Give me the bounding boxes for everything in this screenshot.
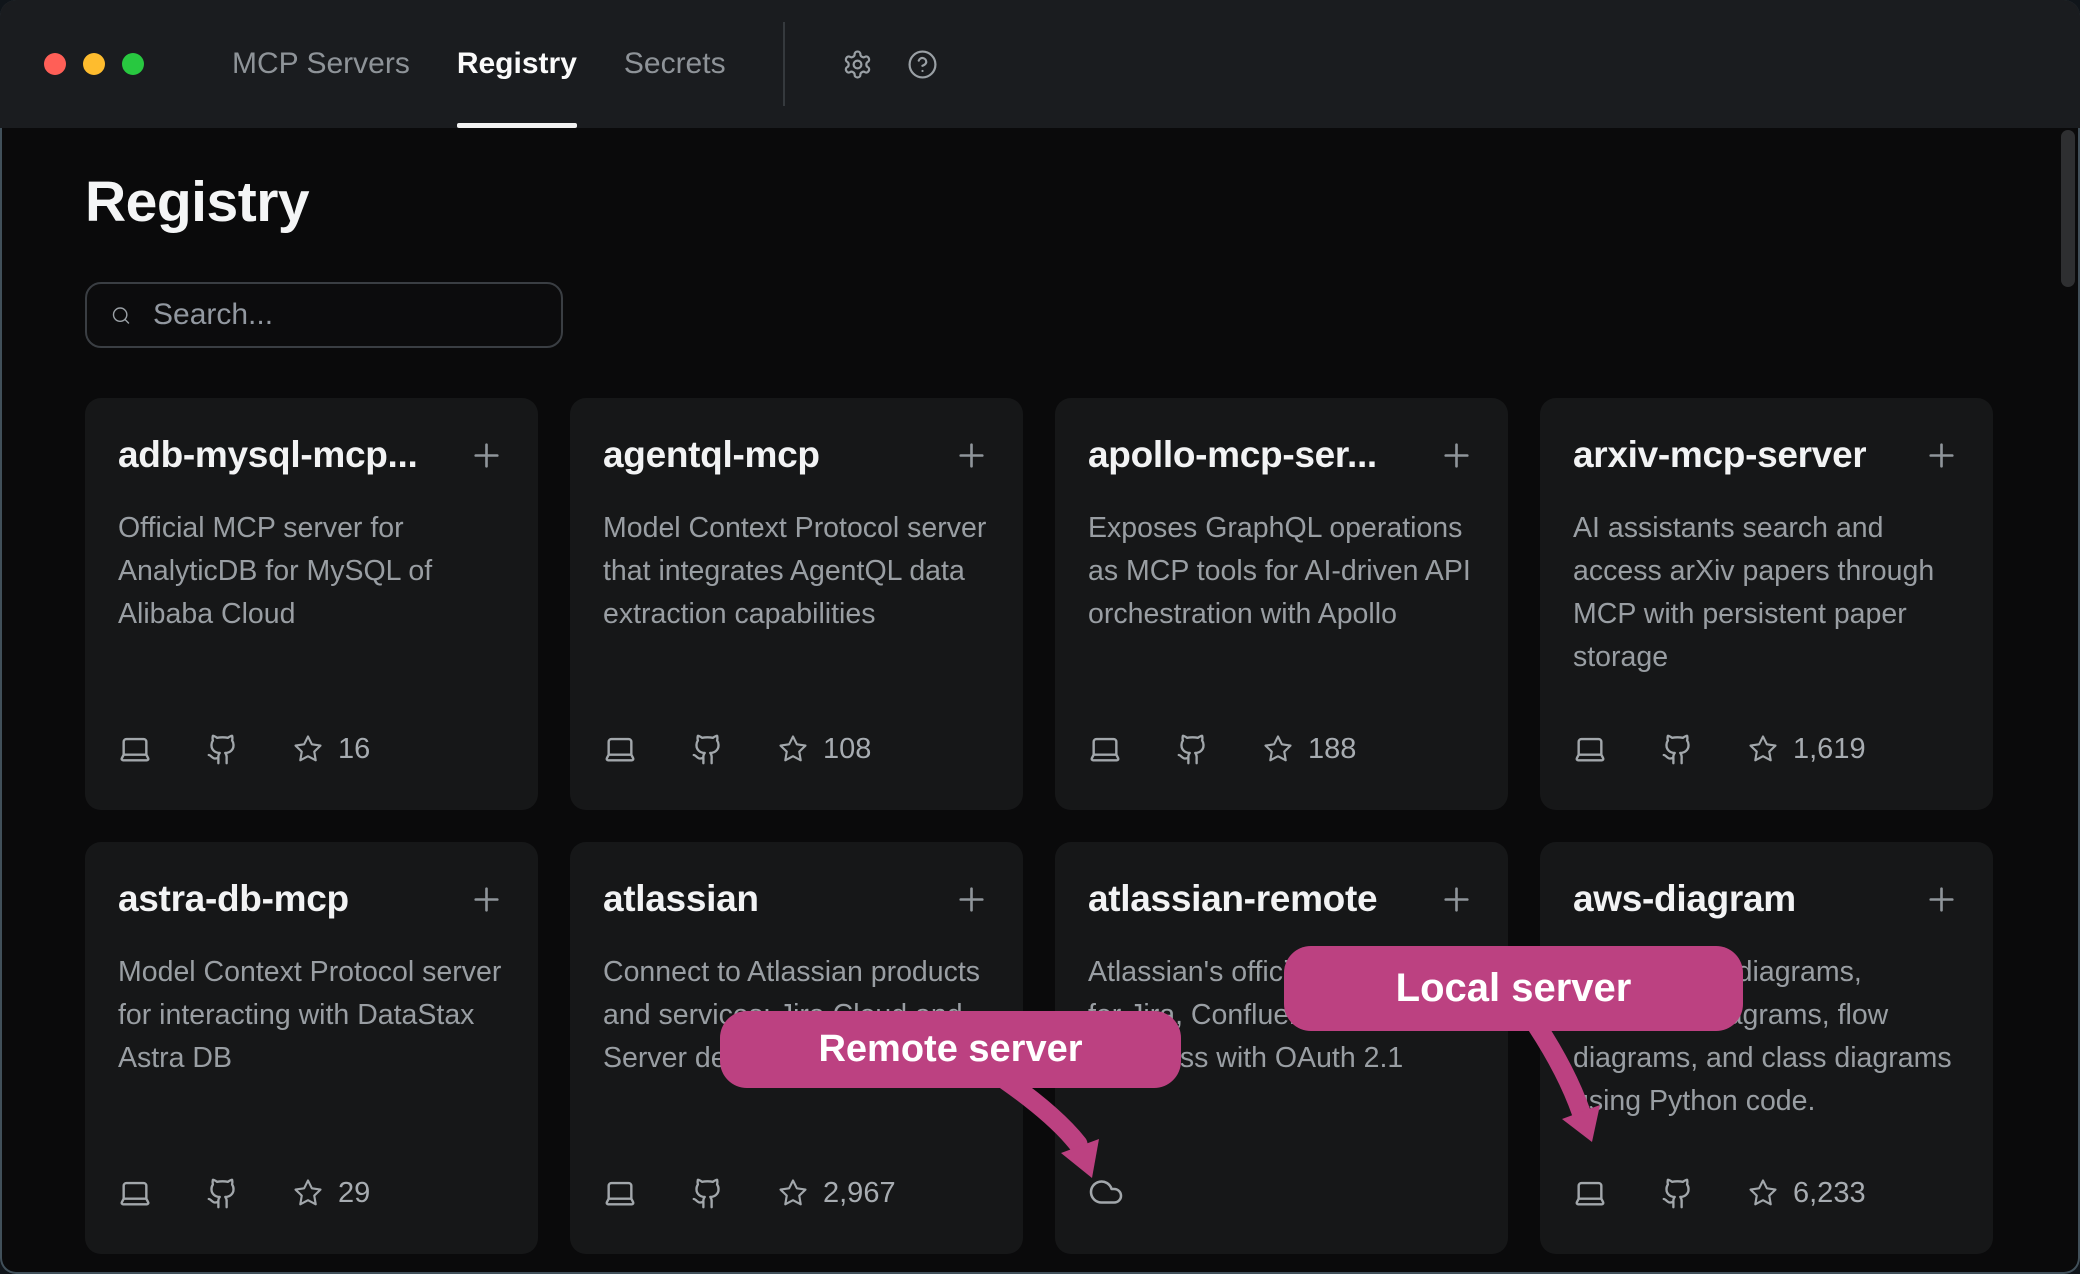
- server-name: arxiv-mcp-server: [1573, 434, 1866, 476]
- plus-icon: [1438, 881, 1475, 918]
- traffic-lights: [44, 53, 144, 75]
- server-card-aws-diagram[interactable]: aws-diagram Create AWS diagrams, sequenc…: [1540, 842, 1993, 1254]
- star-icon: [1748, 734, 1778, 764]
- server-name: agentql-mcp: [603, 434, 820, 476]
- server-name: atlassian-remote: [1088, 878, 1377, 920]
- laptop-icon: [1573, 1176, 1607, 1210]
- help-icon: [907, 49, 938, 80]
- local-server-annotation: Local server: [1284, 946, 1743, 1031]
- github-icon[interactable]: [1661, 733, 1694, 766]
- plus-icon: [953, 437, 990, 474]
- star-icon: [293, 1178, 323, 1208]
- star-count: 188: [1308, 733, 1356, 766]
- star-count: 108: [823, 733, 871, 766]
- star-count-group: 16: [293, 733, 370, 766]
- laptop-icon: [118, 1176, 152, 1210]
- server-card-astra-db-mcp[interactable]: astra-db-mcp Model Context Protocol serv…: [85, 842, 538, 1254]
- star-count-group: 2,967: [778, 1177, 896, 1210]
- plus-icon: [953, 881, 990, 918]
- star-icon: [1263, 734, 1293, 764]
- github-icon[interactable]: [691, 1177, 724, 1210]
- plus-icon: [1923, 437, 1960, 474]
- toolbar-divider: [783, 22, 785, 106]
- laptop-icon: [1088, 732, 1122, 766]
- help-button[interactable]: [907, 49, 938, 80]
- star-count-group: 1,619: [1748, 733, 1866, 766]
- github-icon[interactable]: [1661, 1177, 1694, 1210]
- search-box[interactable]: [85, 282, 563, 348]
- add-server-button[interactable]: [953, 437, 990, 474]
- server-description: AI assistants search and access arXiv pa…: [1573, 507, 1960, 679]
- star-count: 1,619: [1793, 733, 1866, 766]
- page-title: Registry: [85, 168, 1993, 236]
- cloud-icon: [1088, 1174, 1124, 1210]
- star-count-group: 6,233: [1748, 1177, 1866, 1210]
- main-nav: MCP Servers Registry Secrets: [232, 0, 726, 128]
- star-count: 2,967: [823, 1177, 896, 1210]
- server-description: Official MCP server for AnalyticDB for M…: [118, 507, 505, 636]
- add-server-button[interactable]: [953, 881, 990, 918]
- server-grid: adb-mysql-mcp... Official MCP server for…: [85, 398, 1993, 1254]
- star-icon: [778, 1178, 808, 1208]
- tab-secrets[interactable]: Secrets: [624, 0, 726, 128]
- add-server-button[interactable]: [468, 437, 505, 474]
- laptop-icon: [603, 1176, 637, 1210]
- server-name: atlassian: [603, 878, 759, 920]
- plus-icon: [468, 881, 505, 918]
- scrollbar-thumb[interactable]: [2061, 130, 2075, 287]
- server-card-adb-mysql-mcp[interactable]: adb-mysql-mcp... Official MCP server for…: [85, 398, 538, 810]
- star-count-group: 188: [1263, 733, 1356, 766]
- github-icon[interactable]: [1176, 733, 1209, 766]
- zoom-button[interactable]: [122, 53, 144, 75]
- add-server-button[interactable]: [1438, 881, 1475, 918]
- star-count: 6,233: [1793, 1177, 1866, 1210]
- tab-registry[interactable]: Registry: [457, 0, 577, 128]
- server-card-apollo-mcp-server[interactable]: apollo-mcp-ser... Exposes GraphQL operat…: [1055, 398, 1508, 810]
- title-bar: MCP Servers Registry Secrets: [0, 0, 2080, 128]
- tab-mcp-servers[interactable]: MCP Servers: [232, 0, 410, 128]
- github-icon[interactable]: [206, 1177, 239, 1210]
- minimize-button[interactable]: [83, 53, 105, 75]
- laptop-icon: [1573, 732, 1607, 766]
- add-server-button[interactable]: [468, 881, 505, 918]
- server-name: apollo-mcp-ser...: [1088, 434, 1377, 476]
- star-count-group: 108: [778, 733, 871, 766]
- server-name: adb-mysql-mcp...: [118, 434, 417, 476]
- close-button[interactable]: [44, 53, 66, 75]
- star-count: 16: [338, 733, 370, 766]
- app-window: MCP Servers Registry Secrets Registry ad…: [0, 0, 2080, 1274]
- plus-icon: [468, 437, 505, 474]
- search-icon: [111, 302, 131, 329]
- server-card-agentql-mcp[interactable]: agentql-mcp Model Context Protocol serve…: [570, 398, 1023, 810]
- plus-icon: [1438, 437, 1475, 474]
- laptop-icon: [118, 732, 152, 766]
- star-icon: [293, 734, 323, 764]
- github-icon[interactable]: [206, 733, 239, 766]
- server-name: aws-diagram: [1573, 878, 1796, 920]
- star-count: 29: [338, 1177, 370, 1210]
- laptop-icon: [603, 732, 637, 766]
- search-input[interactable]: [151, 297, 541, 333]
- add-server-button[interactable]: [1923, 437, 1960, 474]
- add-server-button[interactable]: [1438, 437, 1475, 474]
- star-count-group: 29: [293, 1177, 370, 1210]
- gear-icon: [842, 49, 873, 80]
- server-description: Model Context Protocol server for intera…: [118, 951, 505, 1080]
- github-icon[interactable]: [691, 733, 724, 766]
- add-server-button[interactable]: [1923, 881, 1960, 918]
- server-description: Exposes GraphQL operations as MCP tools …: [1088, 507, 1475, 636]
- star-icon: [778, 734, 808, 764]
- server-name: astra-db-mcp: [118, 878, 349, 920]
- server-description: Model Context Protocol server that integ…: [603, 507, 990, 636]
- server-card-arxiv-mcp-server[interactable]: arxiv-mcp-server AI assistants search an…: [1540, 398, 1993, 810]
- settings-button[interactable]: [842, 49, 873, 80]
- remote-server-annotation: Remote server: [720, 1011, 1181, 1088]
- plus-icon: [1923, 881, 1960, 918]
- star-icon: [1748, 1178, 1778, 1208]
